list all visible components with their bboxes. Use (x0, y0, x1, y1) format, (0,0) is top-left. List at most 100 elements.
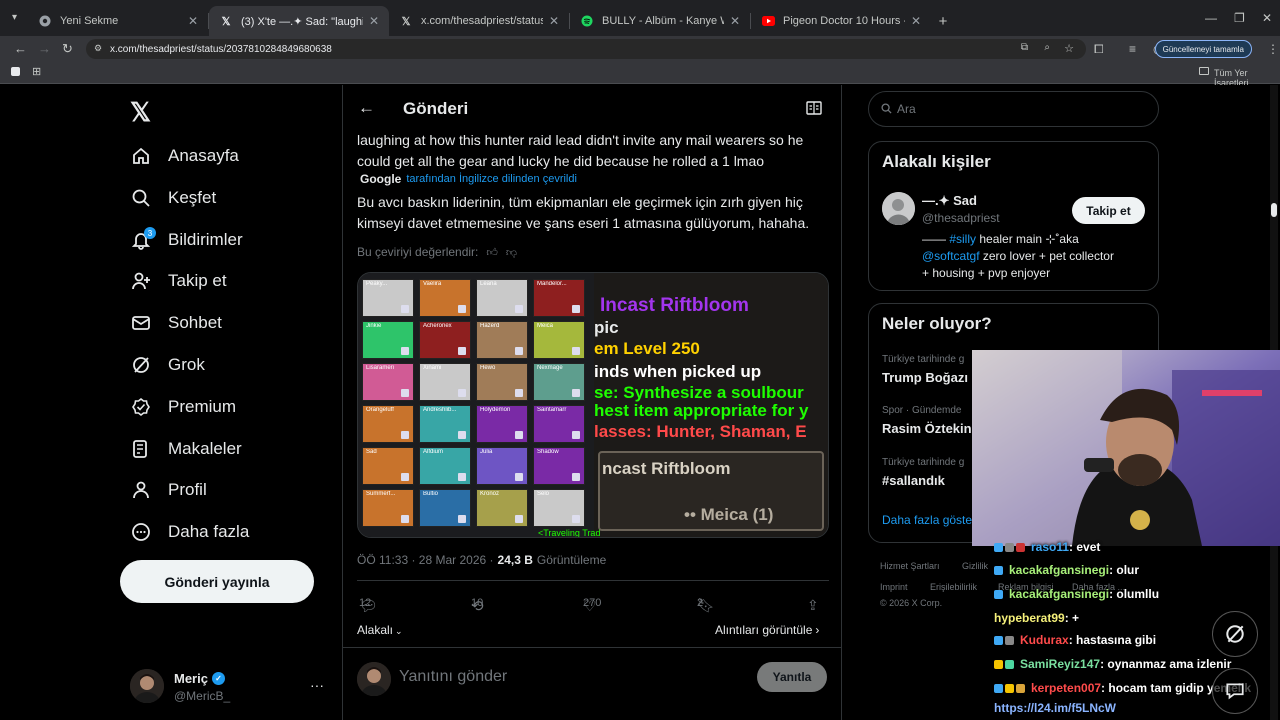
nav-label: Takip et (168, 271, 227, 290)
footer-link[interactable]: Hizmet Şartları (880, 561, 940, 571)
nav-more[interactable]: Daha fazla (130, 517, 249, 547)
post-timestamp[interactable]: ÖÖ 11:33 · 28 Mar 2026 · (357, 553, 494, 567)
address-bar[interactable]: ⚙ x.com/thesadpriest/status/203781028484… (86, 39, 1086, 59)
account-switcher[interactable]: Meriç ✓ @MericB_ ··· (130, 669, 330, 709)
avatar (357, 662, 391, 696)
thumbs-down-icon[interactable]: 👎︎ (506, 246, 517, 259)
minimize-icon[interactable]: — (1205, 11, 1217, 25)
person-name[interactable]: —.✦ Sad (922, 193, 977, 209)
footer-link[interactable]: Imprint (880, 582, 908, 592)
reply-input[interactable]: Yanıtını gönder (399, 668, 507, 686)
nav-follow[interactable]: Takip et (130, 266, 227, 296)
folder-icon (1199, 67, 1209, 75)
sidebar-panel-icon[interactable] (11, 67, 20, 76)
nav-label: Makaleler (168, 439, 242, 458)
post-button[interactable]: Gönderi yayınla (120, 560, 314, 603)
translated-text: Bu avcı baskın liderinin, tüm ekipmanlar… (357, 194, 810, 231)
bookmark-star-icon[interactable]: ☆ (1064, 42, 1074, 55)
translated-by-link[interactable]: tarafından İngilizce dilinden çevrildi (406, 173, 577, 185)
tooltip-line: pic (594, 318, 619, 337)
help-icon[interactable] (1271, 203, 1277, 217)
close-icon[interactable]: ✕ (188, 14, 198, 28)
raid-frame-name: Peaky... (366, 281, 388, 287)
hashtag-link[interactable]: #silly (949, 232, 976, 246)
bookmark-count: 2 (697, 597, 704, 609)
nav-profile[interactable]: Profil (130, 475, 207, 505)
raid-frame-cell: Acheronex (419, 321, 471, 359)
google-logo: Google (360, 172, 402, 186)
chat-username: kacakafgansinegi (1009, 563, 1110, 577)
apps-grid-icon[interactable]: ⊞ (32, 65, 41, 78)
window-close-icon[interactable]: ✕ (1262, 11, 1272, 25)
maximize-icon[interactable]: ❐ (1234, 11, 1245, 25)
back-arrow-icon[interactable]: ← (358, 98, 375, 118)
update-button[interactable]: Güncellemeyi tamamla (1154, 40, 1252, 58)
x-icon: 𝕏 (401, 15, 411, 28)
tab-x-post[interactable]: 𝕏 (3) X'te —.✦ Sad: "laughing at ✕ (209, 6, 389, 36)
install-icon[interactable]: ⧉ (1021, 42, 1028, 53)
tab-title: Yeni Sekme (60, 15, 119, 27)
reader-mode-icon[interactable] (806, 101, 822, 120)
grok-icon[interactable] (1212, 611, 1258, 657)
close-icon[interactable]: ✕ (369, 14, 379, 28)
back-icon[interactable]: ← (14, 41, 27, 56)
nav-explore[interactable]: Keşfet (130, 183, 216, 213)
forward-icon[interactable]: → (38, 41, 51, 56)
trend-item[interactable]: Rasim Öztekin (882, 421, 972, 436)
show-more-link[interactable]: Daha fazla göste (882, 513, 972, 527)
view-label: Görüntüleme (536, 553, 607, 567)
close-icon[interactable]: ✕ (911, 14, 921, 28)
zoom-icon[interactable]: ⌕ (1044, 42, 1050, 53)
nav-notifications[interactable]: 3 Bildirimler (130, 225, 243, 255)
extensions-icon[interactable]: ⧠ (1094, 42, 1104, 57)
spotify-icon (580, 14, 594, 28)
reload-icon[interactable]: ↻ (62, 41, 73, 57)
trend-item[interactable]: Trump Boğazı (882, 370, 968, 385)
nav-premium[interactable]: Premium (130, 392, 236, 422)
raid-frame-cell: Bultio (419, 489, 471, 527)
chevron-down-icon: ⌄ (395, 626, 403, 636)
role-icon (401, 515, 409, 523)
search-input[interactable]: Ara (868, 91, 1159, 127)
mention-link[interactable]: @softcatgf (922, 249, 980, 263)
tab-spotify[interactable]: BULLY - Albüm - Kanye West, Y ✕ (570, 6, 750, 36)
reply-button[interactable]: Yanıtla (757, 662, 827, 692)
raid-frame-cell: Alfdium (419, 447, 471, 485)
nav-chat[interactable]: Sohbet (130, 308, 222, 338)
raid-frame-cell: Peaky... (362, 279, 414, 317)
raid-frame-cell: Sad (362, 447, 414, 485)
verified-icon (130, 396, 152, 418)
role-icon (572, 389, 580, 397)
media-icon[interactable]: ≡ (1129, 42, 1136, 56)
nav-home[interactable]: Anasayfa (130, 141, 239, 171)
post-image[interactable]: Peaky... Vaelira Leana Mandelor... Jinkie Ach… (357, 272, 829, 538)
role-icon (458, 347, 466, 355)
raid-frame-cell: Selo (533, 489, 585, 527)
trend-item[interactable]: #sallandık (882, 473, 945, 488)
chat-message: kacakafgansinegi: olur (994, 561, 1139, 579)
search-icon (881, 103, 892, 117)
thumbs-up-icon[interactable]: 👍︎ (486, 246, 498, 259)
message-icon[interactable] (1212, 668, 1258, 714)
tab-youtube[interactable]: Pigeon Doctor 10 Hours - YouTu ✕ (751, 6, 931, 36)
close-icon[interactable]: ✕ (549, 14, 559, 28)
tab-new-tab[interactable]: Yeni Sekme ✕ (28, 6, 208, 36)
new-tab-button[interactable]: + (931, 6, 955, 36)
x-logo-icon[interactable]: 𝕏 (130, 97, 151, 128)
close-icon[interactable]: ✕ (730, 14, 740, 28)
footer-link[interactable]: Erişilebilirlik (930, 582, 977, 592)
related-dropdown[interactable]: Alakalı ⌄ (357, 623, 403, 637)
raid-frame-name: Andreshlib... (423, 407, 457, 413)
avatar[interactable] (882, 192, 915, 225)
menu-icon[interactable]: ⋮ (1267, 42, 1279, 56)
account-more-icon[interactable]: ··· (310, 677, 324, 693)
bio-text: zero lover + pet collector (979, 249, 1114, 263)
nav-grok[interactable]: Grok (130, 350, 205, 380)
tab-search-icon[interactable]: ▾ (12, 12, 17, 23)
tab-x-status[interactable]: 𝕏 x.com/thesadpriest/status/2037 ✕ (389, 6, 569, 36)
site-info-icon[interactable]: ⚙ (94, 43, 102, 54)
raid-frame-name: Mandelor... (537, 281, 567, 287)
follow-button[interactable]: Takip et (1072, 197, 1145, 224)
nav-articles[interactable]: Makaleler (130, 434, 242, 464)
view-quotes-link[interactable]: Alıntıları görüntüle › (715, 623, 819, 637)
